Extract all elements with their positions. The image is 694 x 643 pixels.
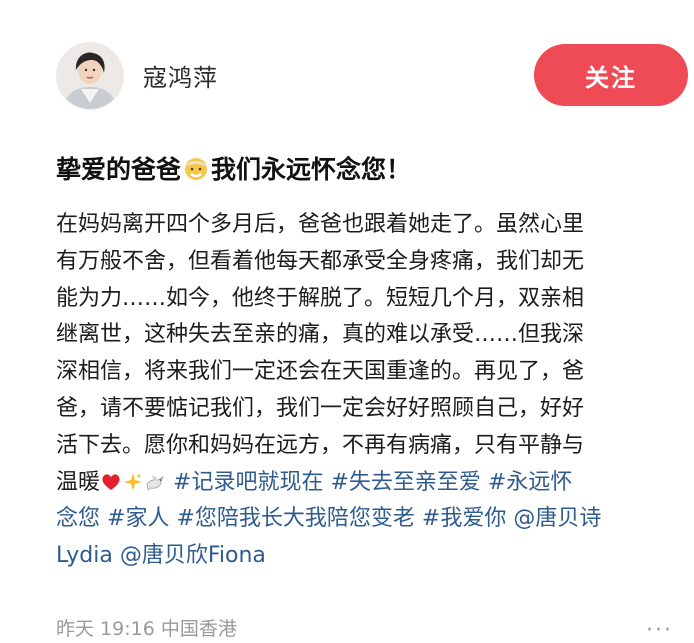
post-title: 挚爱的爸爸 我们永远怀念您！ xyxy=(56,150,676,186)
more-icon[interactable]: ··· xyxy=(646,618,673,643)
body-line-7: 活下去。愿你和妈妈在远方，不再有病痛，只有平静与 xyxy=(56,432,585,458)
hashtag-grow-old-together[interactable]: #您陪我长大我陪您变老 xyxy=(176,506,414,531)
body-line-8: 温暖 #记录吧就现在 #失去至亲至爱 #永远怀 xyxy=(56,465,684,502)
body-line-10: Lydia @唐贝欣Fiona xyxy=(56,538,684,575)
body-line-5: 深相信，将来我们一定还会在天国重逢的。再见了，爸 xyxy=(56,359,585,385)
follow-button[interactable]: 关注 xyxy=(534,44,688,106)
post-meta: 昨天 19:16 中国香港 xyxy=(56,614,237,641)
hashtag-lost-loved-ones[interactable]: #失去至亲至爱 xyxy=(330,470,480,495)
post-body: 在妈妈离开四个多月后，爸爸也跟着她走了。虽然心里 有万般不舍，但看着他每天都承受… xyxy=(56,207,684,575)
old-man-emoji-icon xyxy=(185,158,208,180)
mention-tang-beishi-end[interactable]: Lydia xyxy=(56,543,113,568)
hashtag-family[interactable]: #家人 xyxy=(107,506,169,531)
hashtag-love-you[interactable]: #我爱你 xyxy=(422,506,506,531)
author-name[interactable]: 寇鸿萍 xyxy=(143,58,218,93)
post-header: 寇鸿萍 关注 xyxy=(0,0,694,120)
sparkle-emoji-icon xyxy=(124,472,143,491)
body-line-8-text: 温暖 xyxy=(56,469,101,495)
mention-tang-beixin[interactable]: @唐贝欣Fiona xyxy=(120,543,266,568)
hashtag-forever-remember-end[interactable]: 念您 xyxy=(56,506,100,531)
body-line-2: 有万般不舍，但看着他每天都承受全身疼痛，我们却无 xyxy=(56,248,585,274)
hashtag-forever-remember-start[interactable]: #永远怀 xyxy=(488,470,572,495)
body-line-4: 继离世，这种失去至亲的痛，真的难以承受……但我深 xyxy=(56,322,585,348)
title-text-end: 我们永远怀念您！ xyxy=(211,155,412,184)
post-location: 中国香港 xyxy=(160,618,237,640)
body-line-3: 能为力……如今，他终于解脱了。短短几个月，双亲相 xyxy=(56,285,585,311)
avatar[interactable] xyxy=(56,42,124,110)
body-line-1: 在妈妈离开四个多月后，爸爸也跟着她走了。虽然心里 xyxy=(56,212,585,237)
body-line-6: 爸，请不要惦记我们，我们一定会好好照顾自己，好好 xyxy=(56,395,585,421)
dove-emoji-icon xyxy=(146,475,164,491)
body-line-9: 念您 #家人 #您陪我长大我陪您变老 #我爱你 @唐贝诗 xyxy=(56,501,684,538)
mention-tang-beishi[interactable]: @唐贝诗 xyxy=(513,506,601,531)
red-heart-emoji-icon xyxy=(102,473,120,490)
hashtag-record-now[interactable]: #记录吧就现在 xyxy=(173,470,323,495)
post-time: 昨天 19:16 xyxy=(56,618,155,640)
avatar-photo-icon xyxy=(57,43,123,109)
title-text-start: 挚爱的爸爸 xyxy=(56,155,182,184)
